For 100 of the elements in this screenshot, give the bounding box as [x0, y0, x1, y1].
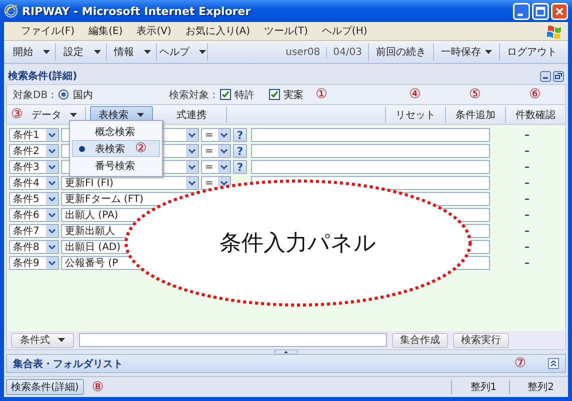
chevron-icon	[46, 177, 58, 189]
field-label: 検索対象 :	[169, 88, 216, 102]
annotation-marker: ①	[316, 88, 328, 101]
condition-select[interactable]: 条件9	[9, 256, 59, 270]
menu-item[interactable]: 表示(V)	[130, 24, 178, 38]
chevron-icon	[186, 161, 198, 173]
toolbar-button[interactable]: ログアウト	[499, 43, 564, 61]
expression-button[interactable]: 条件式	[11, 332, 74, 348]
menu-item[interactable]: 概念検索	[72, 123, 160, 140]
menu-button[interactable]: ヘルプ	[159, 43, 208, 61]
chevron-icon	[46, 225, 58, 237]
condition-select[interactable]: 条件7	[9, 224, 59, 238]
browser-icon	[4, 4, 18, 18]
menu-item[interactable]: 編集(E)	[82, 24, 130, 38]
panel-title: 検索条件(詳細)	[8, 70, 78, 83]
checkbox[interactable]	[220, 89, 231, 100]
hit-count: –	[524, 258, 530, 268]
toolbar-button[interactable]: 一時保存	[433, 43, 499, 61]
annotation-marker: ③	[11, 108, 23, 121]
operator-select[interactable]: =	[201, 144, 231, 158]
expression-input[interactable]	[79, 333, 387, 347]
toolbar-button[interactable]: 件数確認	[505, 106, 565, 123]
hit-count: –	[524, 242, 530, 252]
toolbar-button[interactable]: 条件追加	[445, 106, 505, 123]
condition-select[interactable]: 条件6	[9, 208, 59, 222]
splitter-handle[interactable]	[274, 350, 298, 354]
menu-button[interactable]: 開始	[8, 43, 56, 61]
condition-select[interactable]: 条件1	[9, 128, 59, 142]
condition-select[interactable]: 条件5	[9, 192, 59, 206]
chevron-icon	[46, 129, 58, 141]
help-button[interactable]: ?	[233, 160, 247, 174]
annotation-marker: ⑤	[469, 87, 481, 102]
chevron-icon	[186, 177, 198, 189]
close-icon[interactable]	[551, 2, 568, 20]
chevron-icon	[46, 241, 58, 253]
condition-select[interactable]: 条件4	[9, 176, 59, 190]
menu-item[interactable]: ヘルプ(H)	[314, 24, 374, 38]
toolbar-button[interactable]: 前回の続き	[368, 43, 433, 61]
section-title: 集合表・フォルダリスト	[13, 358, 123, 370]
chevron-icon	[186, 145, 198, 157]
option-label: 特許	[234, 88, 255, 102]
bullet-icon	[79, 146, 85, 152]
menu-button[interactable]: 情報	[108, 43, 158, 61]
status-button[interactable]: 検索条件(詳細)	[6, 379, 84, 395]
value-input[interactable]	[251, 128, 490, 142]
action-button[interactable]: 集合作成	[392, 332, 448, 348]
hit-count: –	[524, 178, 530, 188]
field-select[interactable]: 更新FI (FI)	[61, 176, 199, 190]
chevron-icon	[46, 257, 58, 269]
condition-select[interactable]: 条件3	[9, 160, 59, 174]
option-label: 実案	[284, 88, 304, 102]
flag-icon	[546, 24, 562, 38]
annotation-marker: ②	[135, 142, 147, 155]
value-input[interactable]	[251, 144, 490, 158]
chevron-icon	[46, 209, 58, 221]
chevron-icon	[46, 145, 58, 157]
menu-item[interactable]: お気に入り(A)	[178, 24, 257, 38]
status-item[interactable]: 整列2	[508, 380, 566, 394]
chevron-icon	[218, 161, 230, 173]
restore-icon[interactable]	[553, 70, 564, 82]
chevron-icon	[218, 145, 230, 157]
menu-item[interactable]: 番号検索	[72, 157, 160, 174]
radio-button[interactable]	[58, 89, 70, 100]
condition-select[interactable]: 条件8	[9, 240, 59, 254]
chevron-icon	[218, 129, 230, 141]
menu-item[interactable]: ツール(T)	[257, 24, 315, 38]
action-button[interactable]: 検索実行	[453, 332, 509, 348]
collapse-icon[interactable]	[548, 358, 559, 369]
option-label: 国内	[73, 88, 94, 102]
value-input[interactable]	[251, 160, 490, 174]
window-title: RIPWAY - Microsoft Internet Explorer	[22, 4, 252, 18]
menu-item[interactable]: 表検索 ②	[72, 140, 160, 157]
hit-count: –	[524, 146, 530, 156]
chevron-icon	[46, 193, 58, 205]
hit-count: –	[524, 210, 530, 220]
user-name: user08	[280, 46, 328, 58]
hit-count: –	[524, 130, 530, 140]
annotation-marker: ⑦	[514, 357, 526, 370]
chevron-icon	[46, 161, 58, 173]
checkbox[interactable]	[268, 89, 280, 100]
help-button[interactable]: ?	[233, 128, 247, 142]
annotation-marker: ④	[409, 87, 421, 102]
maximize-icon[interactable]	[532, 2, 549, 20]
section-bar[interactable]: 集合表・フォルダリスト ⑦	[6, 354, 566, 373]
operator-select[interactable]: =	[201, 128, 231, 142]
menu-button[interactable]: 設定	[58, 43, 107, 61]
field-label: 対象DB :	[13, 88, 54, 102]
minimize-icon[interactable]	[540, 70, 551, 82]
annotation-marker: ⑧	[92, 380, 104, 394]
toolbar-button[interactable]: リセット	[385, 106, 445, 123]
help-button[interactable]: ?	[233, 144, 247, 158]
annotation-marker: ⑥	[529, 87, 541, 102]
status-item[interactable]: 整列1	[451, 380, 509, 394]
hit-count: –	[524, 194, 530, 204]
menu-item[interactable]: ファイル(F)	[14, 24, 82, 38]
chevron-icon	[186, 129, 198, 141]
operator-select[interactable]: =	[201, 160, 231, 174]
hit-count: –	[524, 226, 530, 236]
hit-count: –	[524, 162, 530, 172]
condition-select[interactable]: 条件2	[9, 144, 59, 158]
